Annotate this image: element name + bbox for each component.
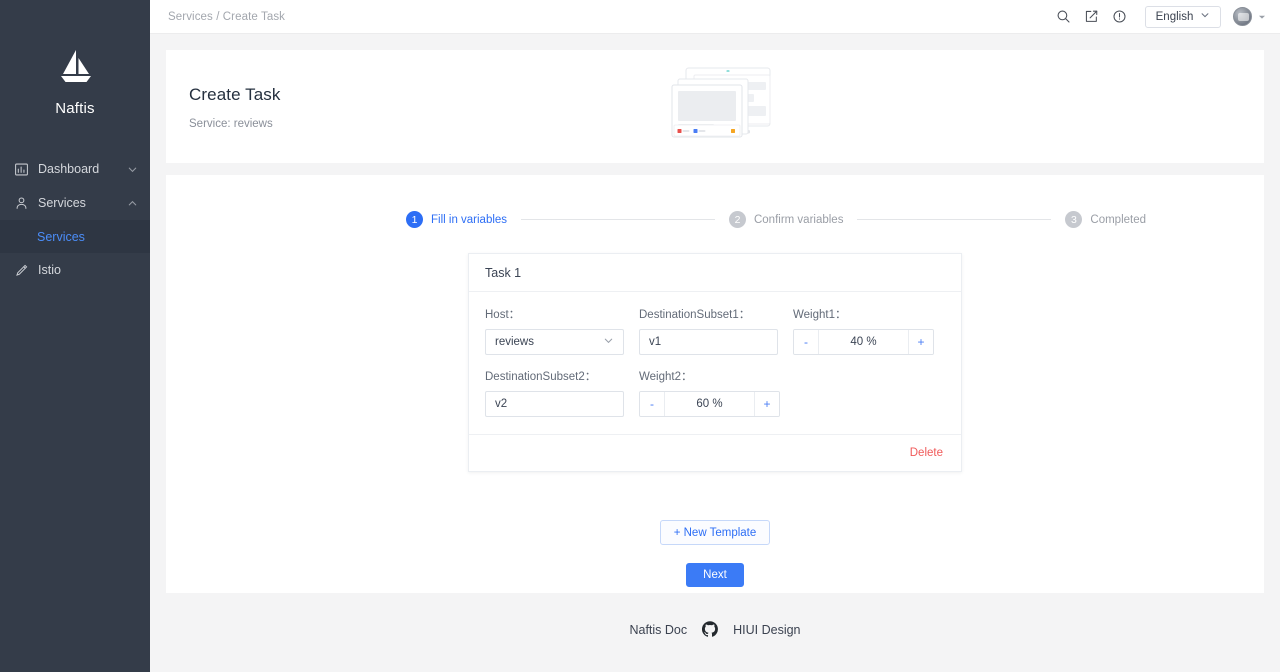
app-root: Naftis Dashboard [0,0,1280,672]
new-template-button[interactable]: + New Template [660,520,771,545]
field-label: Weight2： [639,368,780,384]
step-1[interactable]: 1 Fill in variables [406,211,507,228]
step-3[interactable]: 3 Completed [1065,211,1146,228]
weight1-value[interactable]: 40 % [819,330,908,354]
weight2-decrement-button[interactable]: - [640,392,665,416]
topbar: Services / Create Task English [150,0,1280,34]
sidebar-subitem-services[interactable]: Services [0,220,150,253]
avatar [1233,7,1252,26]
step-number: 1 [406,211,423,228]
subset2-value: v2 [495,398,507,410]
page-title: Create Task [189,85,281,105]
weight2-increment-button[interactable]: + [754,392,779,416]
sidebar-item-istio[interactable]: Istio [0,253,150,287]
main-area: Services / Create Task English [150,0,1280,672]
subset1-input[interactable]: v1 [639,329,778,355]
form-row-2: DestinationSubset2： v2 Weight2： - 60 % [485,368,945,417]
chevron-down-icon [603,335,614,349]
field-label: DestinationSubset2： [485,368,624,384]
edit-square-icon[interactable] [1077,3,1105,31]
hero-panel: Create Task Service: reviews [166,50,1264,163]
host-select-value: reviews [495,336,534,348]
sidebar: Naftis Dashboard [0,0,150,672]
naftis-doc-link[interactable]: Naftis Doc [629,623,687,637]
host-select[interactable]: reviews [485,329,624,355]
field-host: Host： reviews [485,306,624,355]
form-row-1: Host： reviews [485,306,945,355]
sidebar-subitem-label: Services [37,230,85,244]
subset1-value: v1 [649,336,661,348]
step-label: Confirm variables [754,214,843,226]
step-label: Fill in variables [431,214,507,226]
github-icon[interactable] [702,621,718,640]
breadcrumb[interactable]: Services / Create Task [168,11,285,23]
step-2[interactable]: 2 Confirm variables [729,211,843,228]
step-connector [521,219,715,220]
sidebar-item-label: Istio [38,263,126,277]
field-subset1: DestinationSubset1： v1 [639,306,778,355]
sidebar-item-dashboard[interactable]: Dashboard [0,152,150,186]
language-selector[interactable]: English [1145,6,1221,28]
hiui-design-link[interactable]: HIUI Design [733,623,800,637]
field-subset2: DestinationSubset2： v2 [485,368,624,417]
step-connector [857,219,1051,220]
chevron-up-icon[interactable] [126,197,138,209]
field-label: Weight1： [793,306,934,322]
search-icon[interactable] [1049,3,1077,31]
spacer [126,264,138,276]
page-subtitle: Service: reviews [189,118,281,130]
devices-illustration [668,66,778,148]
sidebar-item-services[interactable]: Services [0,186,150,220]
task-card-title: Task 1 [469,254,961,292]
step-indicator: 1 Fill in variables 2 Confirm variables … [166,211,1146,228]
field-label: DestinationSubset1： [639,306,778,322]
pen-icon [13,262,29,278]
field-label: Host： [485,306,624,322]
footer: Naftis Doc HIUI Design [150,593,1280,667]
step-label: Completed [1090,214,1146,226]
weight2-stepper[interactable]: - 60 % + [639,391,780,417]
field-weight2: Weight2： - 60 % + [639,368,780,417]
sidebar-item-label: Services [38,196,126,210]
next-button[interactable]: Next [686,563,744,587]
next-row: Next [166,545,1264,587]
task-card: Task 1 Host： reviews [468,253,962,472]
dashboard-icon [13,161,29,177]
sidebar-item-label: Dashboard [38,162,126,176]
weight1-increment-button[interactable]: + [908,330,933,354]
brand-name: Naftis [55,100,95,117]
brand: Naftis [0,0,150,152]
task-card-footer: Delete [469,434,961,471]
form-panel: 1 Fill in variables 2 Confirm variables … [166,175,1264,593]
sailboat-icon [52,42,98,88]
subset2-input[interactable]: v2 [485,391,624,417]
hero-text: Create Task Service: reviews [189,83,281,130]
chevron-down-icon [1200,10,1210,23]
user-menu[interactable] [1233,7,1266,26]
new-template-row: + New Template [166,472,1264,545]
task-card-body: Host： reviews [469,292,961,434]
chevron-down-icon[interactable] [126,163,138,175]
language-label: English [1156,11,1194,23]
content-scroll: Create Task Service: reviews [150,34,1280,672]
field-weight1: Weight1： - 40 % + [793,306,934,355]
step-number: 3 [1065,211,1082,228]
caret-down-icon [1258,8,1266,26]
delete-task-button[interactable]: Delete [910,447,943,459]
step-number: 2 [729,211,746,228]
weight1-stepper[interactable]: - 40 % + [793,329,934,355]
weight1-decrement-button[interactable]: - [794,330,819,354]
weight2-value[interactable]: 60 % [665,392,754,416]
info-circle-icon[interactable] [1105,3,1133,31]
services-user-icon [13,195,29,211]
sidebar-nav: Dashboard Services [0,152,150,287]
